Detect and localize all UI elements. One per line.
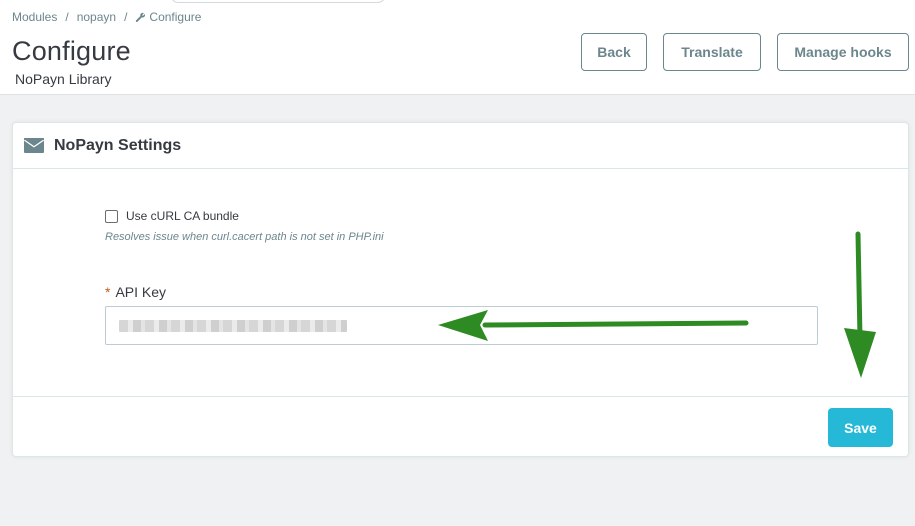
api-key-label: * API Key [105, 284, 166, 300]
translate-button[interactable]: Translate [663, 33, 761, 71]
panel-footer: Save [13, 396, 908, 457]
down-arrow-annotation [844, 231, 876, 378]
breadcrumb-item-configure: Configure [149, 10, 202, 24]
breadcrumb-separator: / [124, 10, 128, 24]
api-key-obscured-value [119, 320, 347, 332]
page-subtitle: NoPayn Library [15, 71, 112, 87]
manage-hooks-button[interactable]: Manage hooks [777, 33, 909, 71]
curl-ca-bundle-option[interactable]: Use cURL CA bundle [105, 209, 239, 223]
curl-ca-bundle-checkbox[interactable] [105, 209, 118, 223]
api-key-label-text: API Key [115, 284, 167, 300]
left-arrow-annotation [438, 310, 749, 341]
breadcrumb-separator: / [65, 10, 69, 24]
page-header: Modules / nopayn / Configure Configure N… [0, 0, 915, 95]
envelope-icon [24, 138, 44, 153]
required-marker: * [105, 284, 111, 300]
nopayn-settings-panel: NoPayn Settings Use cURL CA bundle Resol… [12, 122, 909, 457]
breadcrumb-item-nopayn[interactable]: nopayn [77, 10, 116, 24]
panel-title: NoPayn Settings [54, 136, 182, 154]
breadcrumb: Modules / nopayn / Configure [12, 10, 201, 24]
header-search-box[interactable] [170, 0, 386, 3]
curl-ca-bundle-help: Resolves issue when curl.cacert path is … [105, 231, 384, 243]
panel-heading: NoPayn Settings [13, 123, 908, 169]
wrench-icon [136, 12, 146, 22]
curl-ca-bundle-label[interactable]: Use cURL CA bundle [126, 209, 239, 223]
page-title: Configure [12, 36, 131, 66]
breadcrumb-item-modules[interactable]: Modules [12, 10, 57, 24]
back-button[interactable]: Back [581, 33, 647, 71]
save-button[interactable]: Save [828, 408, 893, 447]
